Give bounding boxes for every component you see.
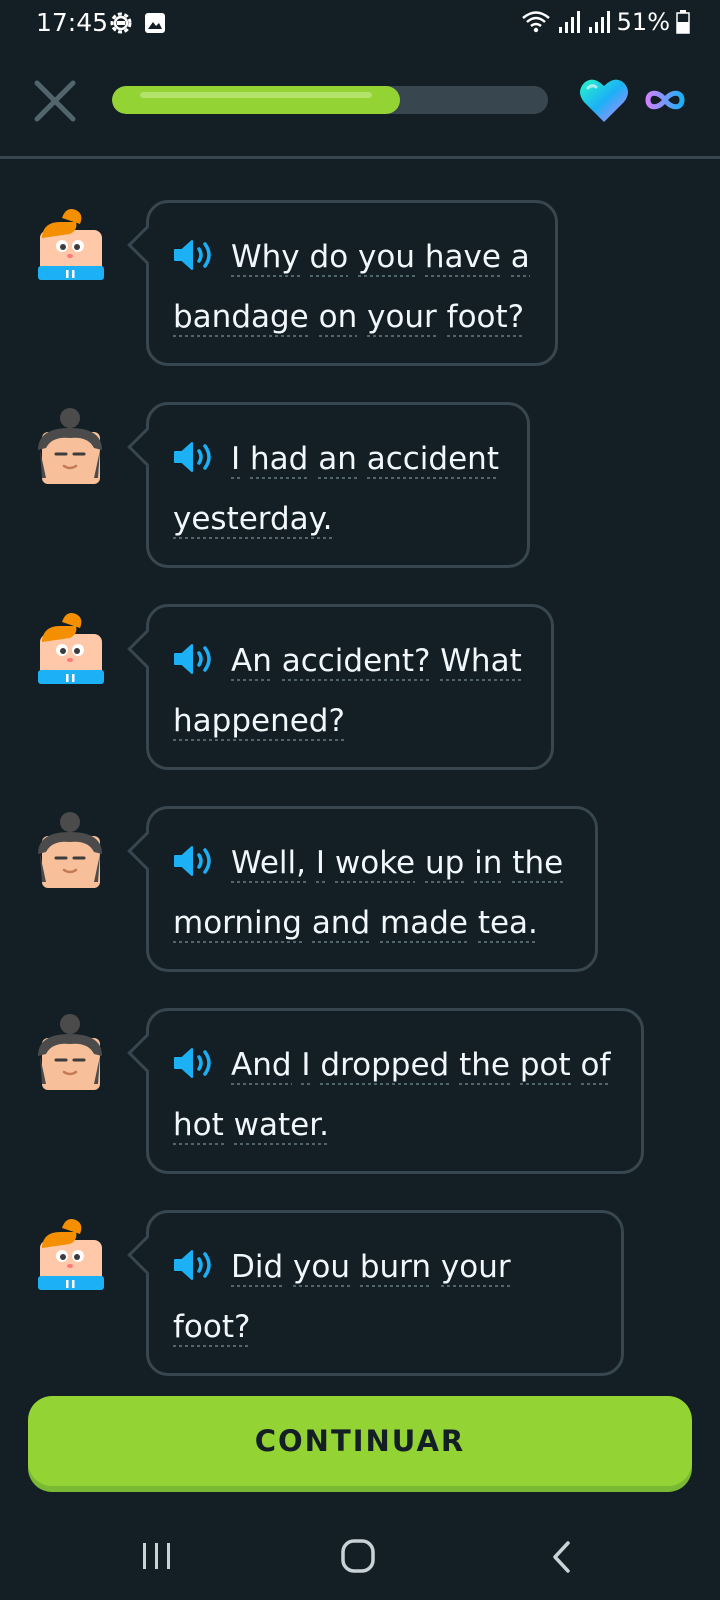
lesson-progress-bar — [112, 86, 548, 114]
signal-icon — [558, 11, 580, 33]
word-hint[interactable]: burn — [359, 1249, 432, 1287]
word-hint[interactable]: water. — [233, 1107, 329, 1145]
word-hint[interactable]: Did — [231, 1249, 284, 1287]
word-hint[interactable]: foot? — [446, 299, 525, 337]
status-bar: 17:45 51% — [0, 0, 720, 48]
word-hint[interactable]: Well, — [231, 845, 306, 883]
word-hint[interactable]: What — [440, 643, 522, 681]
word-hint[interactable]: made — [380, 905, 468, 943]
word-hint[interactable]: And — [231, 1047, 292, 1085]
bubble-tail — [127, 1235, 167, 1275]
word-hint[interactable]: I — [231, 441, 241, 479]
lily-avatar — [36, 1216, 106, 1296]
word-hint[interactable]: accident? — [281, 643, 431, 681]
speech-bubble: And I dropped the pot of hot water. — [127, 1008, 644, 1174]
word-hint[interactable]: dropped — [320, 1047, 450, 1085]
word-hint[interactable]: and — [311, 905, 371, 943]
word-hint[interactable]: An — [231, 643, 272, 681]
bubble-tail — [127, 1033, 167, 1073]
word-hint[interactable]: happened? — [173, 703, 345, 741]
lily-avatar — [36, 610, 106, 690]
signal-icon — [588, 11, 610, 33]
word-hint[interactable]: pot — [519, 1047, 571, 1085]
message-text: Did you burn your foot? — [173, 1237, 597, 1357]
gallery-icon — [145, 13, 165, 33]
bubble-tail — [127, 831, 167, 871]
wifi-icon — [521, 11, 550, 33]
word-hint[interactable]: Why — [231, 239, 300, 277]
word-hint[interactable]: morning — [173, 905, 302, 943]
word-hint[interactable]: your — [367, 299, 437, 337]
speaker-icon[interactable] — [173, 1249, 215, 1281]
speaker-icon[interactable] — [173, 239, 215, 271]
word-hint[interactable]: I — [315, 845, 326, 883]
word-hint[interactable]: foot? — [173, 1309, 251, 1347]
word-hint[interactable]: on — [318, 299, 358, 337]
speaker-icon[interactable] — [173, 643, 215, 675]
recents-icon[interactable] — [140, 1540, 174, 1572]
word-hint[interactable]: hot — [173, 1107, 224, 1145]
speaker-icon[interactable] — [173, 441, 215, 473]
word-hint[interactable]: I — [301, 1047, 311, 1085]
close-icon[interactable] — [32, 78, 78, 124]
header-divider — [0, 156, 720, 159]
continue-button[interactable]: CONTINUAR — [28, 1396, 692, 1486]
word-hint[interactable]: of — [580, 1047, 611, 1085]
word-hint[interactable]: in — [474, 845, 503, 883]
man-avatar — [36, 1014, 106, 1094]
word-hint[interactable]: the — [459, 1047, 510, 1085]
settings-gear-icon — [110, 12, 132, 34]
man-avatar — [36, 812, 106, 892]
word-hint[interactable]: woke — [334, 845, 416, 883]
word-hint[interactable]: you — [358, 239, 415, 277]
continue-button-label: CONTINUAR — [254, 1424, 466, 1458]
lily-avatar — [36, 206, 106, 286]
message-text: An accident? What happened? — [173, 631, 527, 751]
message-text: And I dropped the pot of hot water. — [173, 1035, 617, 1155]
lesson-progress-fill — [112, 86, 400, 114]
bubble-tail — [127, 629, 167, 669]
speech-bubble: Did you burn your foot? — [127, 1210, 624, 1376]
back-icon[interactable] — [550, 1540, 574, 1574]
word-hint[interactable]: the — [512, 845, 564, 883]
message-text: I had an accident yesterday. — [173, 429, 503, 549]
battery-percent: 51% — [616, 8, 670, 36]
word-hint[interactable]: tea. — [477, 905, 538, 943]
word-hint[interactable]: a — [510, 239, 530, 277]
word-hint[interactable]: up — [424, 845, 465, 883]
home-icon[interactable] — [340, 1538, 376, 1574]
word-hint[interactable]: have — [424, 239, 501, 277]
speech-bubble: Well, I woke up in the morning and made … — [127, 806, 598, 972]
speech-bubble: I had an accident yesterday. — [127, 402, 530, 568]
speech-bubble: An accident? What happened? — [127, 604, 554, 770]
gradient-heart-icon[interactable] — [578, 76, 630, 124]
speaker-icon[interactable] — [173, 1047, 215, 1079]
bubble-tail — [127, 225, 167, 265]
status-time: 17:45 — [36, 8, 109, 37]
infinity-icon — [645, 90, 685, 110]
man-avatar — [36, 408, 106, 488]
word-hint[interactable]: an — [318, 441, 357, 479]
message-text: Well, I woke up in the morning and made … — [173, 833, 571, 953]
word-hint[interactable]: do — [309, 239, 349, 277]
word-hint[interactable]: you — [293, 1249, 350, 1287]
speaker-icon[interactable] — [173, 845, 215, 877]
bubble-tail — [127, 427, 167, 467]
battery-icon — [676, 10, 690, 34]
speech-bubble: Why do you have a bandage on your foot? — [127, 200, 558, 366]
word-hint[interactable]: had — [250, 441, 309, 479]
message-text: Why do you have a bandage on your foot? — [173, 227, 531, 347]
word-hint[interactable]: your — [440, 1249, 511, 1287]
word-hint[interactable]: yesterday. — [173, 501, 333, 539]
status-right: 51% — [521, 8, 690, 36]
word-hint[interactable]: bandage — [173, 299, 309, 337]
progress-shine — [140, 92, 372, 98]
word-hint[interactable]: accident — [366, 441, 499, 479]
